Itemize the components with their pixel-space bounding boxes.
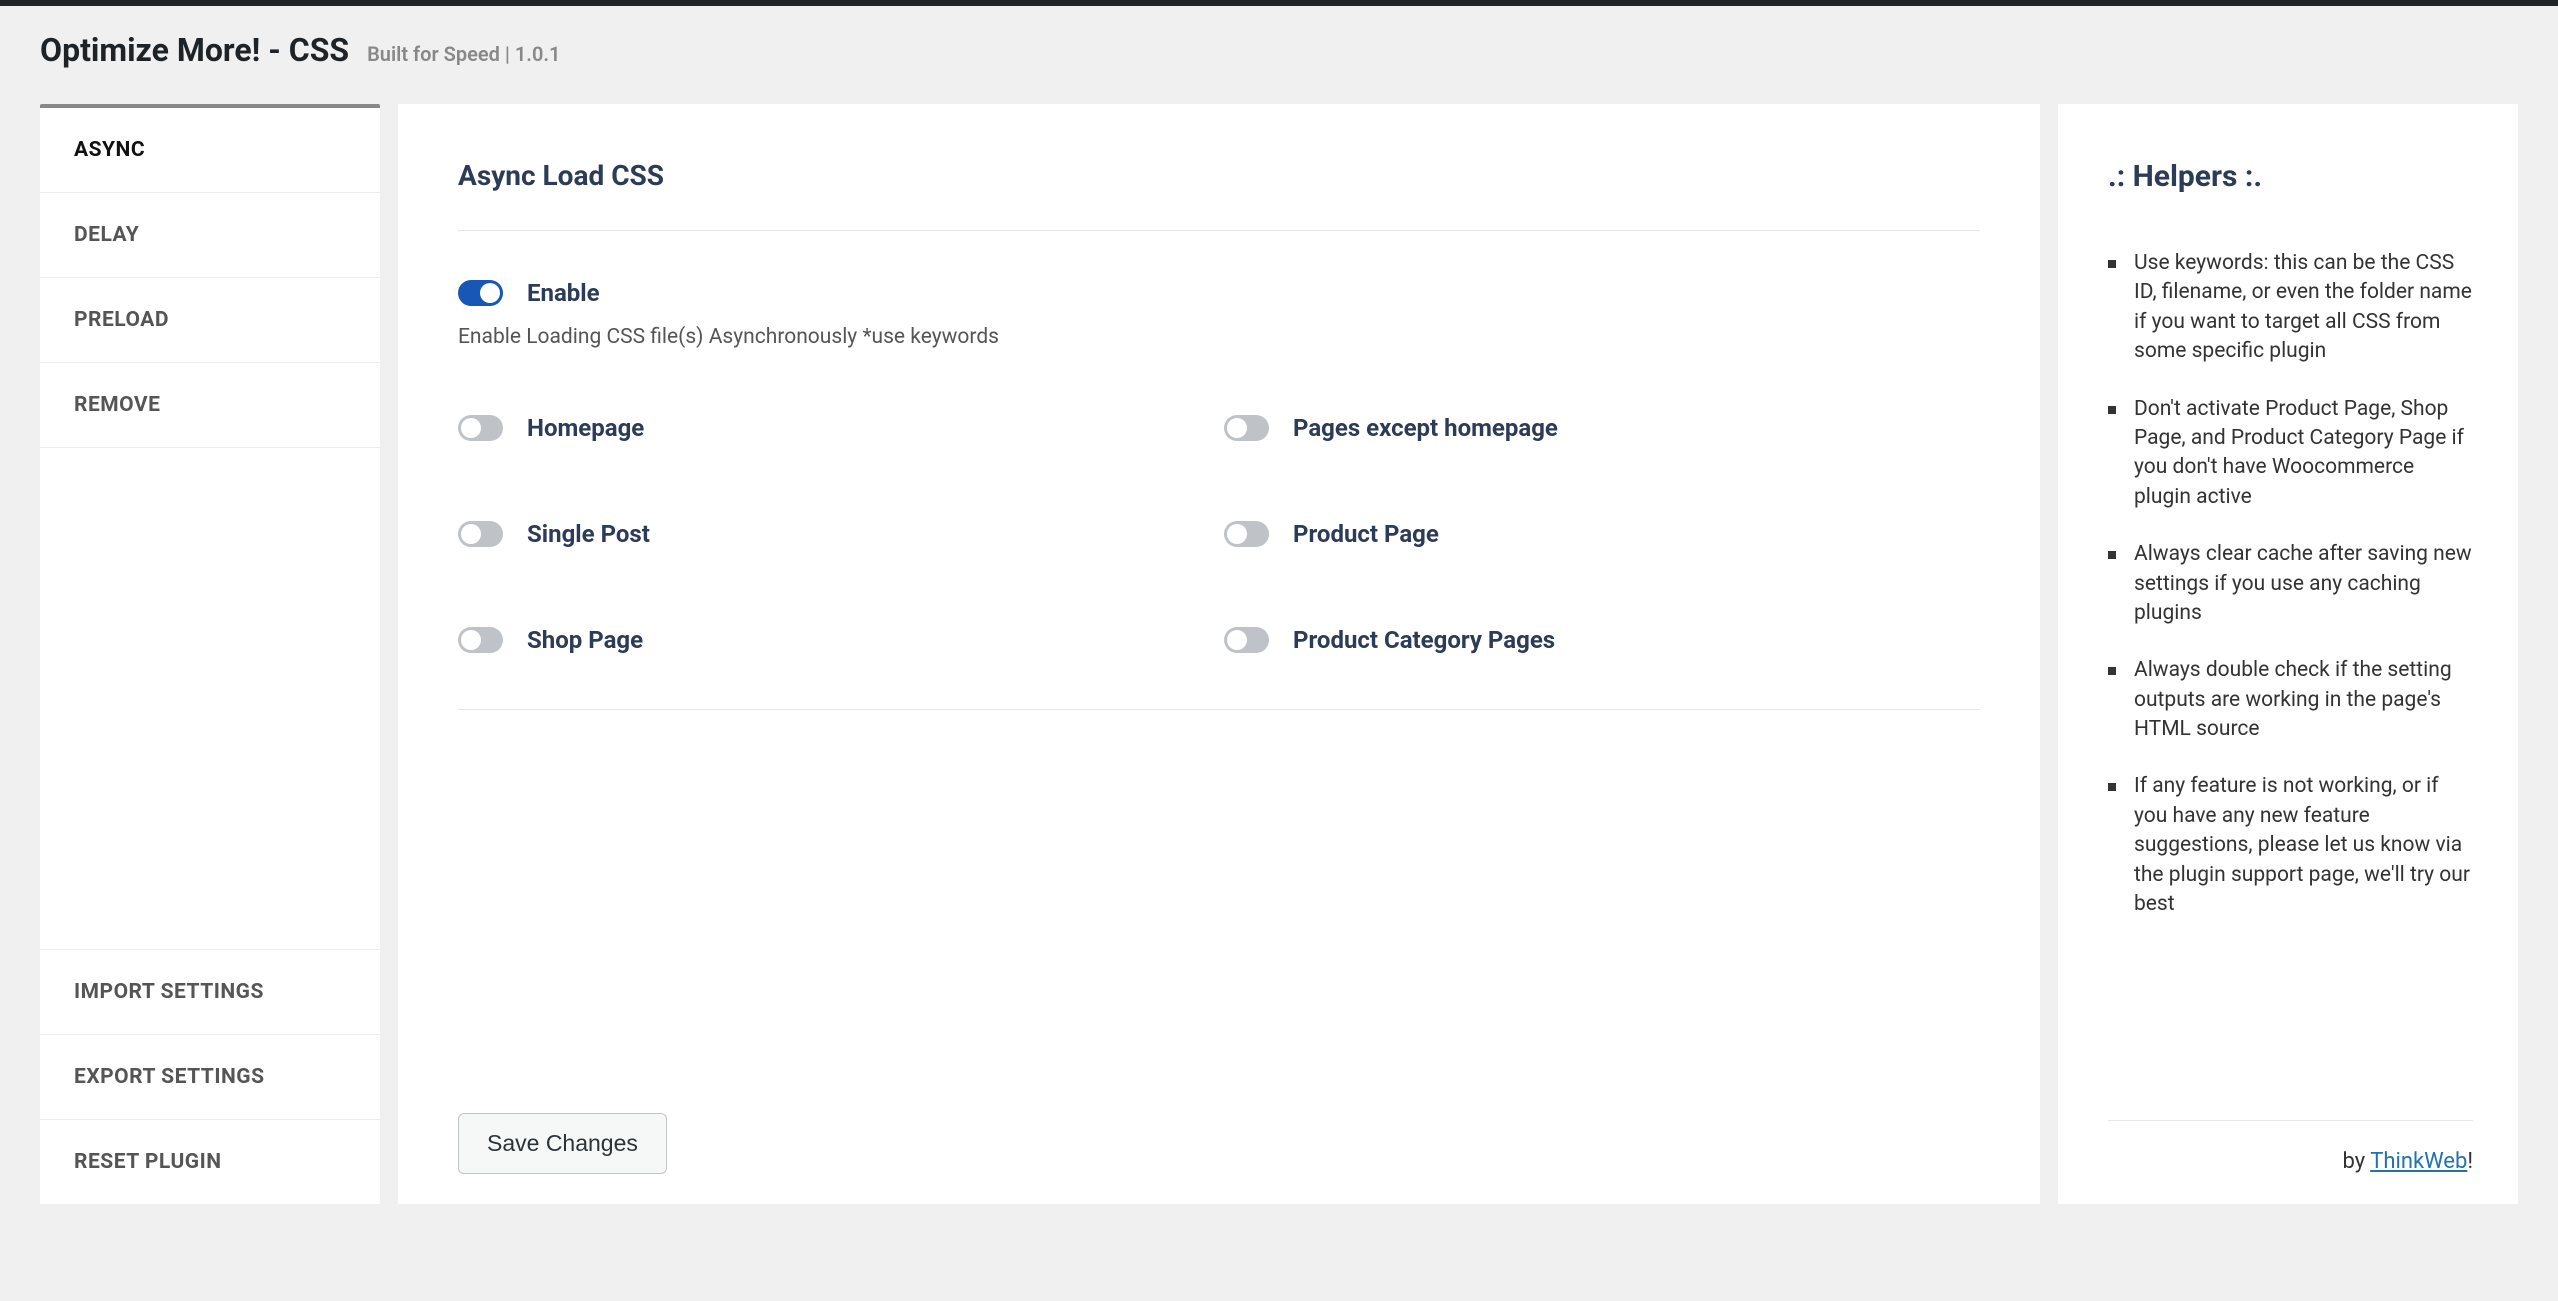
product-page-toggle[interactable] — [1224, 521, 1269, 547]
option-product-page: Product Page — [1224, 520, 1930, 548]
helpers-item: Use keywords: this can be the CSS ID, fi… — [2108, 249, 2473, 367]
page-header: Optimize More! - CSS Built for Speed | 1… — [40, 31, 2518, 69]
import-settings-button[interactable]: IMPORT SETTINGS — [40, 949, 380, 1034]
footer-prefix: by — [2343, 1149, 2371, 1174]
option-single-post: Single Post — [458, 520, 1164, 548]
option-label: Shop Page — [527, 626, 643, 654]
helpers-footer: by ThinkWeb! — [2108, 1120, 2473, 1174]
main-panel: Async Load CSS Enable Enable Loading CSS… — [398, 104, 2040, 1204]
product-category-pages-toggle[interactable] — [1224, 627, 1269, 653]
tab-preload[interactable]: PRELOAD — [40, 278, 380, 363]
enable-label: Enable — [527, 279, 600, 307]
pages-except-homepage-toggle[interactable] — [1224, 415, 1269, 441]
tab-delay[interactable]: DELAY — [40, 193, 380, 278]
tab-label: ASYNC — [74, 138, 145, 162]
sidebar: ASYNC DELAY PRELOAD REMOVE IMPORT SETTIN… — [40, 104, 380, 1204]
tab-label: PRELOAD — [74, 308, 169, 332]
option-label: Homepage — [527, 414, 644, 442]
divider — [458, 709, 1980, 710]
option-shop-page: Shop Page — [458, 626, 1164, 654]
section-title: Async Load CSS — [458, 159, 1980, 192]
export-settings-button[interactable]: EXPORT SETTINGS — [40, 1034, 380, 1119]
helpers-title: .: Helpers :. — [2108, 159, 2473, 194]
helpers-item: Always double check if the setting outpu… — [2108, 656, 2473, 744]
thinkweb-link[interactable]: ThinkWeb — [2370, 1149, 2467, 1174]
option-homepage: Homepage — [458, 414, 1164, 442]
helpers-item: Don't activate Product Page, Shop Page, … — [2108, 395, 2473, 513]
option-label: Single Post — [527, 520, 650, 548]
sidebar-item-label: IMPORT SETTINGS — [74, 980, 264, 1004]
enable-toggle[interactable] — [458, 280, 503, 306]
tab-label: REMOVE — [74, 393, 160, 417]
helpers-panel: .: Helpers :. Use keywords: this can be … — [2058, 104, 2518, 1204]
save-changes-button[interactable]: Save Changes — [458, 1113, 667, 1174]
helpers-item: If any feature is not working, or if you… — [2108, 772, 2473, 919]
page-meta: Built for Speed | 1.0.1 — [367, 42, 560, 66]
reset-plugin-button[interactable]: RESET PLUGIN — [40, 1119, 380, 1204]
option-label: Product Page — [1293, 520, 1439, 548]
sidebar-item-label: RESET PLUGIN — [74, 1150, 222, 1174]
tab-remove[interactable]: REMOVE — [40, 363, 380, 448]
option-product-category-pages: Product Category Pages — [1224, 626, 1930, 654]
enable-help: Enable Loading CSS file(s) Asynchronousl… — [458, 325, 1980, 349]
option-label: Product Category Pages — [1293, 626, 1555, 654]
sidebar-item-label: EXPORT SETTINGS — [74, 1065, 265, 1089]
option-label: Pages except homepage — [1293, 414, 1558, 442]
footer-suffix: ! — [2467, 1149, 2473, 1174]
divider — [458, 230, 1980, 231]
helpers-list: Use keywords: this can be the CSS ID, fi… — [2108, 249, 2473, 947]
enable-row: Enable — [458, 279, 1980, 307]
tab-async[interactable]: ASYNC — [40, 108, 380, 193]
single-post-toggle[interactable] — [458, 521, 503, 547]
option-pages-except-homepage: Pages except homepage — [1224, 414, 1930, 442]
homepage-toggle[interactable] — [458, 415, 503, 441]
page-title: Optimize More! - CSS — [40, 31, 349, 69]
shop-page-toggle[interactable] — [458, 627, 503, 653]
helpers-item: Always clear cache after saving new sett… — [2108, 540, 2473, 628]
tab-label: DELAY — [74, 223, 139, 247]
